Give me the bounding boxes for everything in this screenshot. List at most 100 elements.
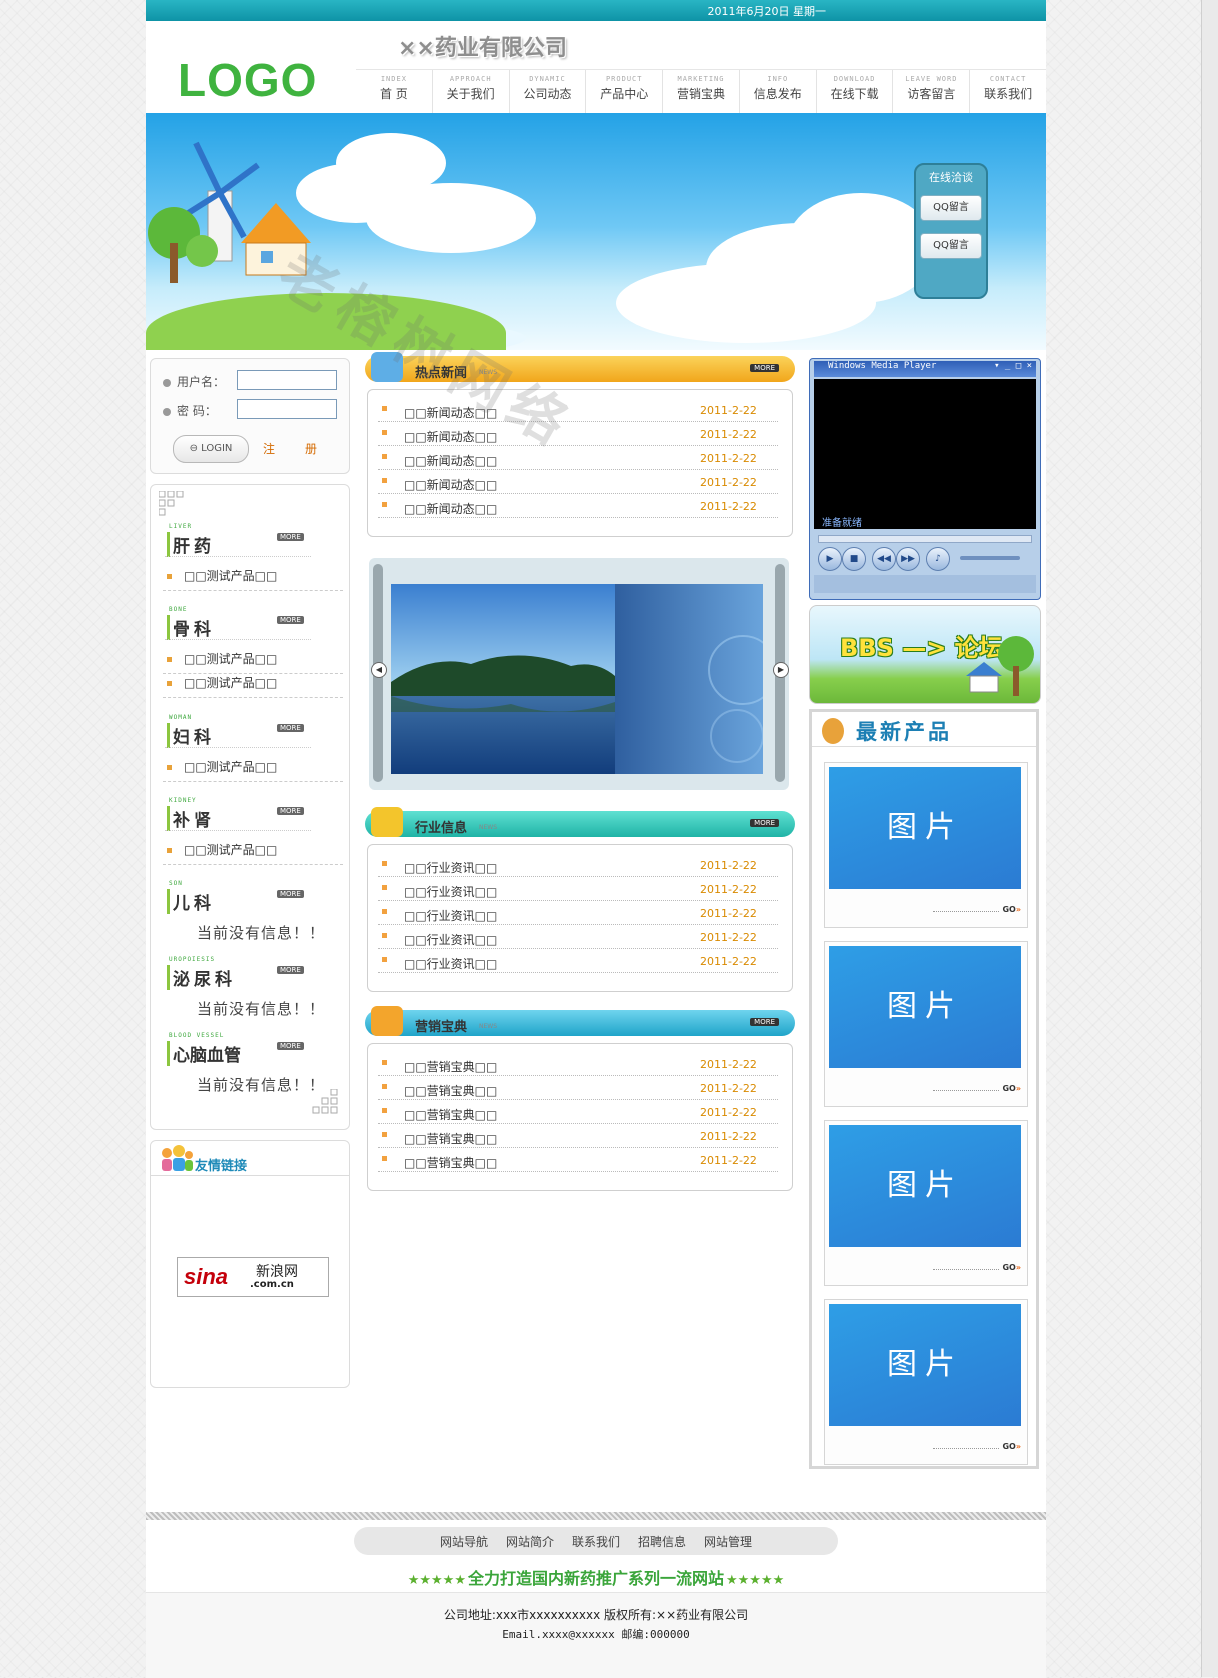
category-title[interactable]: 儿科 xyxy=(167,889,215,914)
nav-marketing[interactable]: MARKETING 营销宝典 xyxy=(663,70,740,114)
category-title[interactable]: 骨科 xyxy=(167,615,215,640)
table-row[interactable]: □□行业资讯□□ 2011-2-22 xyxy=(378,877,778,901)
more-button[interactable]: MORE xyxy=(277,533,304,541)
category-title[interactable]: 肝药 xyxy=(167,532,215,557)
sina-link[interactable]: sina 新浪网 .com.cn xyxy=(177,1257,329,1297)
password-input[interactable] xyxy=(237,399,337,419)
more-button[interactable]: MORE xyxy=(277,966,304,974)
more-button[interactable]: MORE xyxy=(277,890,304,898)
window-controls-icon[interactable]: ▾ _ □ × xyxy=(994,361,1032,371)
table-row[interactable]: □□新闻动态□□ 2011-2-22 xyxy=(378,494,778,518)
bullet-icon xyxy=(382,957,387,962)
table-row[interactable]: □□新闻动态□□ 2011-2-22 xyxy=(378,422,778,446)
more-button[interactable]: MORE xyxy=(750,1018,779,1026)
main-nav: INDEX 首 页 APPROACH 关于我们 DYNAMIC 公司动态 PRODUC… xyxy=(356,69,1046,114)
more-button[interactable]: MORE xyxy=(750,819,779,827)
table-row[interactable]: □□行业资讯□□ 2011-2-22 xyxy=(378,853,778,877)
nav-download[interactable]: DOWNLOAD 在线下载 xyxy=(817,70,894,114)
row-title: □□营销宝典□□ xyxy=(404,1084,498,1098)
go-button[interactable]: GO» xyxy=(1002,1263,1021,1272)
double-arrow-icon: » xyxy=(1015,1084,1021,1093)
login-button[interactable]: ⊖ LOGIN xyxy=(173,435,249,463)
category-title[interactable]: 心脑血管 xyxy=(167,1041,241,1066)
bullet-icon xyxy=(167,657,172,662)
table-row[interactable]: □□营销宝典□□ 2011-2-22 xyxy=(378,1076,778,1100)
nav-dynamic[interactable]: DYNAMIC 公司动态 xyxy=(510,70,587,114)
volume-slider[interactable] xyxy=(960,556,1020,560)
play-icon[interactable]: ▶ xyxy=(818,547,842,571)
seek-bar[interactable] xyxy=(818,535,1032,543)
next-arrow-icon[interactable]: ▶ xyxy=(773,662,789,678)
row-date: 2011-2-22 xyxy=(700,859,757,872)
footer-link-site-nav[interactable]: 网站导航 xyxy=(440,1533,488,1550)
online-chat-panel: 在线洽谈 QQ留言 QQ留言 xyxy=(914,163,988,299)
table-row[interactable]: □□新闻动态□□ 2011-2-22 xyxy=(378,470,778,494)
list-item[interactable]: □□测试产品□□ xyxy=(163,758,343,782)
sina-name: 新浪网 xyxy=(256,1264,298,1280)
grid-dots-icon xyxy=(159,491,184,516)
cloud xyxy=(616,263,876,343)
footer-link-admin[interactable]: 网站管理 xyxy=(704,1533,752,1550)
previous-icon[interactable]: ◀◀ xyxy=(872,547,896,571)
table-row[interactable]: □□营销宝典□□ 2011-2-22 xyxy=(378,1124,778,1148)
footer-link-contact[interactable]: 联系我们 xyxy=(572,1533,620,1550)
footer-link-about[interactable]: 网站简介 xyxy=(506,1533,554,1550)
section-title-en: NEWS xyxy=(479,1023,498,1030)
table-row[interactable]: □□行业资讯□□ 2011-2-22 xyxy=(378,901,778,925)
table-row[interactable]: □□行业资讯□□ 2011-2-22 xyxy=(378,925,778,949)
product-image[interactable]: 图片 xyxy=(829,767,1021,889)
table-row[interactable]: □□新闻动态□□ 2011-2-22 xyxy=(378,398,778,422)
category-title[interactable]: 补肾 xyxy=(167,806,215,831)
product-image[interactable]: 图片 xyxy=(829,946,1021,1068)
username-input[interactable] xyxy=(237,370,337,390)
prev-arrow-icon[interactable]: ◀ xyxy=(371,662,387,678)
list-item[interactable]: □□测试产品□□ xyxy=(163,674,343,698)
table-row[interactable]: □□行业资讯□□ 2011-2-22 xyxy=(378,949,778,973)
nav-product[interactable]: PRODUCT 产品中心 xyxy=(586,70,664,114)
nav-leave-word[interactable]: LEAVE WORD 访客留言 xyxy=(893,70,971,114)
nav-info[interactable]: INFO 信息发布 xyxy=(740,70,817,114)
go-button[interactable]: GO» xyxy=(1002,1084,1021,1093)
list-item[interactable]: □□测试产品□□ xyxy=(163,650,343,674)
qq-message-button[interactable]: QQ留言 xyxy=(920,195,982,221)
table-row[interactable]: □□新闻动态□□ 2011-2-22 xyxy=(378,446,778,470)
more-button[interactable]: MORE xyxy=(277,1042,304,1050)
more-button[interactable]: MORE xyxy=(277,807,304,815)
table-row[interactable]: □□营销宝典□□ 2011-2-22 xyxy=(378,1052,778,1076)
product-image[interactable]: 图片 xyxy=(829,1304,1021,1426)
next-icon[interactable]: ▶▶ xyxy=(896,547,920,571)
go-button[interactable]: GO» xyxy=(1002,1442,1021,1451)
more-button[interactable]: MORE xyxy=(750,364,779,372)
bullet-icon xyxy=(382,430,387,435)
footer-link-jobs[interactable]: 招聘信息 xyxy=(638,1533,686,1550)
list-item[interactable]: □□测试产品□□ xyxy=(163,567,343,591)
slider-image[interactable] xyxy=(391,584,763,774)
industry-info-list: □□行业资讯□□ 2011-2-22 □□行业资讯□□ 2011-2-22 □□行业… xyxy=(367,844,793,992)
more-button[interactable]: MORE xyxy=(277,724,304,732)
nav-index[interactable]: INDEX 首 页 xyxy=(356,70,433,114)
bullet-icon xyxy=(382,1060,387,1065)
product-image[interactable]: 图片 xyxy=(829,1125,1021,1247)
go-button[interactable]: GO» xyxy=(1002,905,1021,914)
volume-icon[interactable]: ♪ xyxy=(926,547,950,571)
more-button[interactable]: MORE xyxy=(277,616,304,624)
scrollbar[interactable] xyxy=(1201,0,1218,1677)
row-date: 2011-2-22 xyxy=(700,1082,757,1095)
category-title[interactable]: 妇科 xyxy=(167,723,215,748)
bbs-banner[interactable]: BBS —> 论坛 xyxy=(809,605,1041,704)
sina-url: .com.cn xyxy=(250,1279,294,1290)
list-item[interactable]: □□测试产品□□ xyxy=(163,841,343,865)
table-row[interactable]: □□营销宝典□□ 2011-2-22 xyxy=(378,1148,778,1172)
table-row[interactable]: □□营销宝典□□ 2011-2-22 xyxy=(378,1100,778,1124)
nav-about[interactable]: APPROACH 关于我们 xyxy=(433,70,510,114)
stop-icon[interactable]: ■ xyxy=(842,547,866,571)
video-screen[interactable] xyxy=(814,379,1036,529)
logo[interactable]: LOGO xyxy=(178,53,317,107)
slogan: ★★★★★ 全力打造国内新药推广系列一流网站 ★★★★★ xyxy=(342,1565,850,1589)
category-title[interactable]: 泌尿科 xyxy=(167,965,236,990)
row-date: 2011-2-22 xyxy=(700,1106,757,1119)
nav-contact[interactable]: CONTACT 联系我们 xyxy=(970,70,1046,114)
qq-message-button[interactable]: QQ留言 xyxy=(920,233,982,259)
new-products-title: 最新产品 xyxy=(856,720,952,744)
register-button[interactable]: 注册 xyxy=(263,440,347,457)
